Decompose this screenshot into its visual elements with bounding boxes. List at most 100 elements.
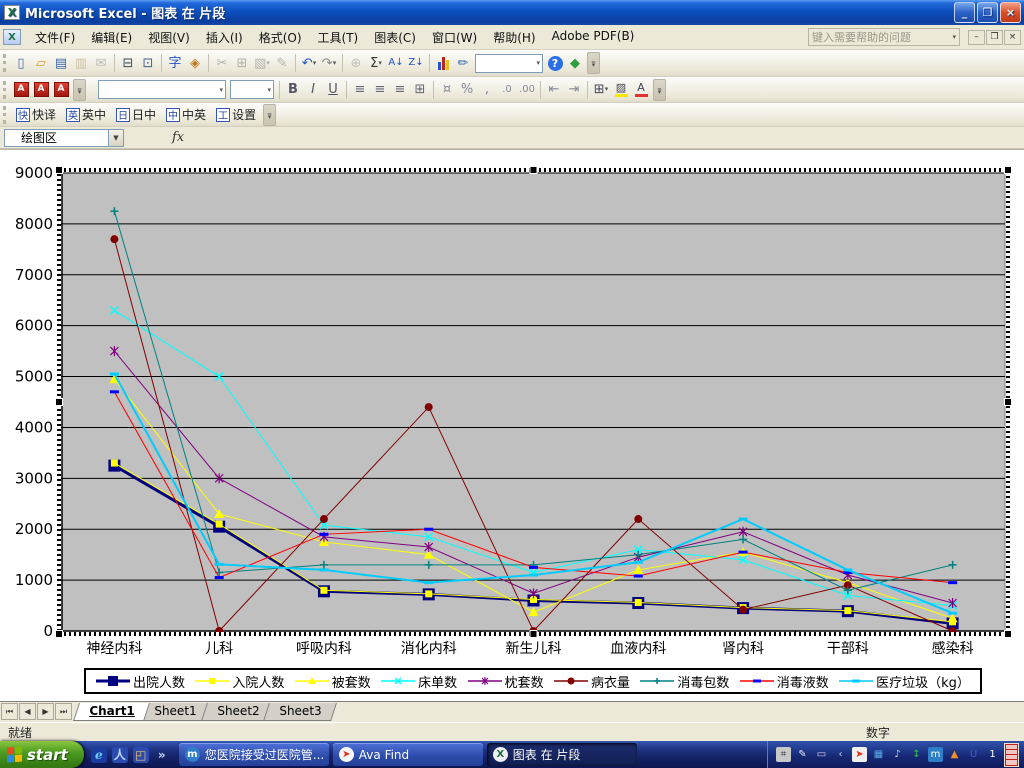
selection-handle[interactable] xyxy=(1005,167,1012,174)
spelling-icon[interactable]: 字 xyxy=(165,53,185,73)
merge-center-icon[interactable]: ⊞ xyxy=(410,80,430,100)
selection-handle[interactable] xyxy=(1005,631,1012,638)
chart-wizard-icon[interactable] xyxy=(433,53,453,73)
fx-icon[interactable]: fx xyxy=(172,130,184,145)
pdf-batch-icon[interactable]: A xyxy=(51,80,71,100)
selection-handle[interactable] xyxy=(56,399,63,406)
align-right-icon[interactable]: ≡ xyxy=(390,80,410,100)
legend-item[interactable]: 医疗垃圾（kg） xyxy=(839,672,970,691)
tab-first-button[interactable]: ⏮ xyxy=(1,703,18,720)
increase-decimal-icon[interactable]: .0 xyxy=(497,80,517,100)
kuaiyi-translate[interactable]: 快快译 xyxy=(11,106,61,123)
legend-item[interactable]: 床单数 xyxy=(381,672,457,691)
messenger-icon[interactable]: 人 xyxy=(112,747,128,763)
legend-item[interactable]: 出院人数 xyxy=(96,672,185,691)
program-icon[interactable]: ◆ xyxy=(565,53,585,73)
comma-style-icon[interactable]: , xyxy=(477,80,497,100)
decrease-indent-icon[interactable]: ⇤ xyxy=(544,80,564,100)
legend-item[interactable]: 消毒包数 xyxy=(640,672,729,691)
legend-item[interactable]: 消毒液数 xyxy=(740,672,829,691)
toolbar-options-button[interactable]: ‗▾ xyxy=(263,104,276,126)
menu-item[interactable]: 插入(I) xyxy=(198,26,251,49)
help-icon[interactable]: ? xyxy=(545,53,565,73)
new-document-icon[interactable]: ▯ xyxy=(11,53,31,73)
menu-item[interactable]: 文件(F) xyxy=(27,26,83,49)
zoom-select[interactable]: ▾ xyxy=(475,54,543,73)
underline-icon[interactable]: U xyxy=(323,80,343,100)
selection-handle[interactable] xyxy=(56,167,63,174)
u-icon[interactable]: U xyxy=(966,747,981,762)
doc-restore-button[interactable]: ❐ xyxy=(986,30,1003,45)
tab-next-button[interactable]: ▶ xyxy=(37,703,54,720)
kuaiyi-jp-cn[interactable]: 日日中 xyxy=(111,106,161,123)
fill-color-icon[interactable]: ▨ xyxy=(611,80,631,100)
selection-handle[interactable] xyxy=(56,631,63,638)
menu-item[interactable]: 窗口(W) xyxy=(424,26,485,49)
tray-collapse[interactable]: ‹ xyxy=(833,747,848,762)
menu-item[interactable]: 帮助(H) xyxy=(485,26,543,49)
menu-item[interactable]: Adobe PDF(B) xyxy=(544,26,643,49)
quick-launch-more[interactable]: » xyxy=(154,747,170,763)
decrease-decimal-icon[interactable]: .00 xyxy=(517,80,537,100)
maxthon-icon[interactable]: m xyxy=(928,747,943,762)
research-icon[interactable]: ◈ xyxy=(185,53,205,73)
launch-folder-icon[interactable]: ◰ xyxy=(133,747,149,763)
chart-legend[interactable]: 出院人数入院人数被套数床单数枕套数病衣量消毒包数消毒液数医疗垃圾（kg） xyxy=(84,668,982,694)
sort-descending-icon[interactable]: Z↓ xyxy=(406,53,426,73)
ie-icon[interactable]: e xyxy=(91,747,107,763)
updown-icon[interactable]: ↕ xyxy=(909,747,924,762)
redo-icon[interactable]: ↷▾ xyxy=(319,53,339,73)
pdf-convert-icon[interactable]: A xyxy=(11,80,31,100)
firewall-icon[interactable]: ▲ xyxy=(947,747,962,762)
undo-icon[interactable]: ↶▾ xyxy=(299,53,319,73)
italic-icon[interactable]: I xyxy=(303,80,323,100)
menu-item[interactable]: 工具(T) xyxy=(310,26,367,49)
toolbar-options-button[interactable]: ‗▾ xyxy=(73,79,86,101)
borders-icon[interactable]: ⊞▾ xyxy=(591,80,611,100)
toolbar-options-button[interactable]: ‗▾ xyxy=(653,79,666,101)
currency-style-icon[interactable]: ¤ xyxy=(437,80,457,100)
doc-close-button[interactable]: × xyxy=(1004,30,1021,45)
menu-item[interactable]: 格式(O) xyxy=(251,26,310,49)
name-box-dropdown[interactable]: ▼ xyxy=(108,129,124,147)
legend-item[interactable]: 被套数 xyxy=(295,672,371,691)
kuaiyi-cn-en[interactable]: 中中英 xyxy=(161,106,211,123)
font-name-select[interactable]: ▾ xyxy=(98,80,226,99)
save-icon[interactable]: ▤ xyxy=(51,53,71,73)
doc-minimize-button[interactable]: – xyxy=(968,30,985,45)
tab-prev-button[interactable]: ◀ xyxy=(19,703,36,720)
pdf-email-icon[interactable]: A xyxy=(31,80,51,100)
selection-handle[interactable] xyxy=(530,631,537,638)
restore-button[interactable]: ❐ xyxy=(977,2,998,23)
font-color-icon[interactable]: A xyxy=(631,80,651,100)
menu-item[interactable]: 编辑(E) xyxy=(83,26,140,49)
selection-handle[interactable] xyxy=(530,167,537,174)
chart-plot-area[interactable]: 0100020003000400050006000700080009000神经内… xyxy=(0,150,1024,702)
task-excel[interactable]: X图表 在 片段 xyxy=(487,743,637,766)
kuaiyi-settings[interactable]: 工设置 xyxy=(211,106,261,123)
toolband-icon[interactable]: ▭ xyxy=(814,747,829,762)
percent-style-icon[interactable]: % xyxy=(457,80,477,100)
menu-item[interactable]: 图表(C) xyxy=(366,26,424,49)
legend-item[interactable]: 枕套数 xyxy=(468,672,544,691)
menu-item[interactable]: 视图(V) xyxy=(140,26,198,49)
selection-handle[interactable] xyxy=(1005,399,1012,406)
task-avafind[interactable]: ➤Ava Find xyxy=(333,743,483,766)
tab-last-button[interactable]: ⏭ xyxy=(55,703,72,720)
network-icon[interactable]: ▦ xyxy=(871,747,886,762)
kuaiyi-en-cn[interactable]: 英英中 xyxy=(61,106,111,123)
name-box[interactable]: 绘图区 xyxy=(4,129,108,147)
tray-count[interactable]: 1 xyxy=(985,747,1000,762)
start-button[interactable]: start xyxy=(0,741,84,768)
legend-item[interactable]: 入院人数 xyxy=(195,672,284,691)
sheet-tab-sheet3[interactable]: Sheet3 xyxy=(263,703,337,721)
align-left-icon[interactable]: ≡ xyxy=(350,80,370,100)
align-center-icon[interactable]: ≡ xyxy=(370,80,390,100)
avafind-tray-icon[interactable]: ➤ xyxy=(852,747,867,762)
pen-icon[interactable]: ✎ xyxy=(795,747,810,762)
increase-indent-icon[interactable]: ⇥ xyxy=(564,80,584,100)
minimize-button[interactable]: _ xyxy=(954,2,975,23)
sort-ascending-icon[interactable]: A↓ xyxy=(386,53,406,73)
toolbar-options-button[interactable]: ‗▾ xyxy=(587,52,600,74)
autosum-icon[interactable]: Σ▾ xyxy=(366,53,386,73)
